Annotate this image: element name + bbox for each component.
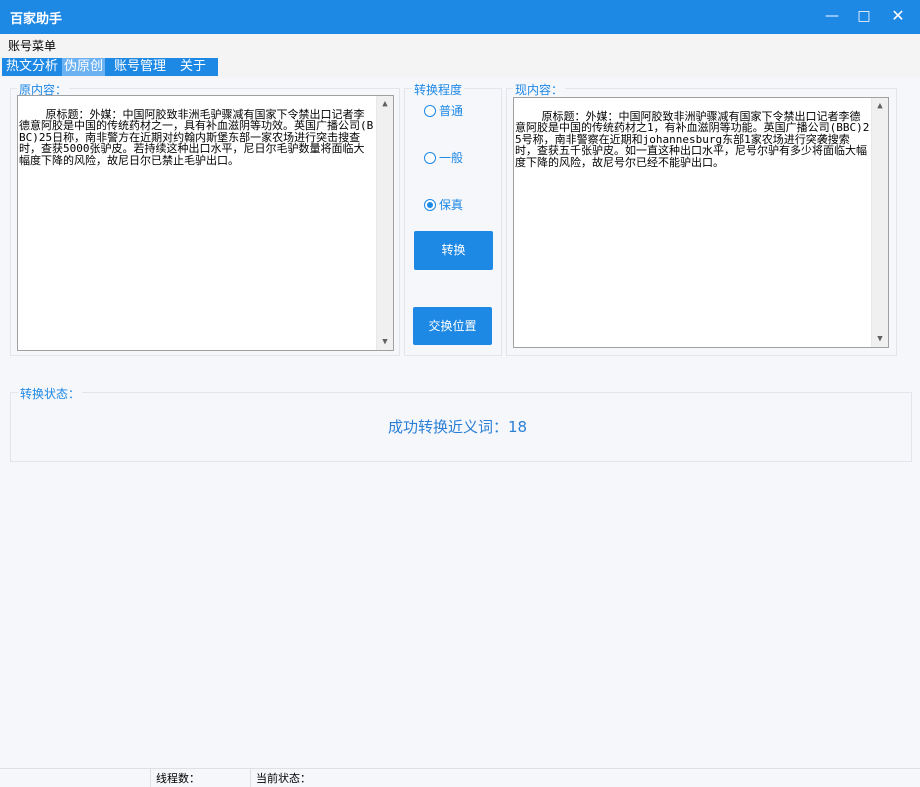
convert-button[interactable]: 转换 (414, 231, 493, 270)
status-message: 成功转换近义词：18 (388, 418, 528, 436)
original-content-textarea[interactable]: 原标题：外媒：中国阿胶致非洲毛驴骤减有国家下令禁出口记者李德意阿胶是中国的传统药… (17, 95, 394, 351)
scroll-down-icon[interactable]: ▼ (377, 334, 393, 350)
radio-normal-label: 普通 (439, 104, 464, 118)
title-bar: 百家助手 — □ ✕ (0, 0, 920, 34)
tab-about[interactable]: 关于 (178, 58, 208, 76)
original-content-text: 原标题：外媒：中国阿胶致非洲毛驴骤减有国家下令禁出口记者李德意阿胶是中国的传统药… (19, 107, 374, 167)
status-divider (250, 769, 251, 787)
status-divider (150, 769, 151, 787)
scroll-up-icon[interactable]: ▲ (872, 98, 888, 114)
tab-pseudo-original[interactable]: 伪原创 (62, 58, 106, 76)
maximize-icon[interactable]: □ (848, 0, 880, 34)
conversion-status-label: 转换状态： (18, 385, 83, 402)
tab-account-management[interactable]: 账号管理 (112, 58, 168, 76)
account-menu[interactable]: 账号菜单 (8, 37, 56, 54)
original-scrollbar[interactable]: ▲ ▼ (376, 96, 393, 350)
scroll-up-icon[interactable]: ▲ (377, 96, 393, 112)
swap-position-button[interactable]: 交换位置 (413, 307, 492, 345)
converted-scrollbar[interactable]: ▲ ▼ (871, 98, 888, 347)
radio-checked-icon (424, 198, 436, 211)
thread-count-label: 线程数： (156, 772, 200, 785)
scroll-down-icon[interactable]: ▼ (872, 331, 888, 347)
converted-content-text: 原标题：外媒：中国阿胶致非洲驴骤减有国家下令禁出口记者李德意阿胶是中国的传统药材… (515, 109, 870, 169)
converted-content-label: 现内容： (513, 81, 566, 98)
status-bar: 线程数： 当前状态： (0, 768, 920, 787)
menu-bar: 账号菜单 (0, 34, 920, 56)
converted-content-textarea[interactable]: 原标题：外媒：中国阿胶致非洲驴骤减有国家下令禁出口记者李德意阿胶是中国的传统药材… (513, 97, 889, 348)
tab-hot-article-analysis[interactable]: 热文分析 (4, 58, 60, 76)
window-title: 百家助手 (10, 12, 63, 27)
radio-faithful-label: 保真 (439, 198, 464, 212)
close-icon[interactable]: ✕ (882, 0, 914, 34)
main-panel: 原内容： 原标题：外媒：中国阿胶致非洲毛驴骤减有国家下令禁出口记者李德意阿胶是中… (0, 78, 920, 787)
minimize-icon[interactable]: — (816, 0, 848, 34)
conversion-degree-label: 转换程度 (412, 81, 465, 98)
radio-general-label: 一般 (439, 151, 464, 165)
radio-circle-icon (424, 104, 436, 117)
radio-circle-icon (424, 151, 436, 164)
nav-tabs: 热文分析 伪原创 账号管理 关于 (2, 58, 218, 76)
current-state-label: 当前状态： (256, 772, 311, 785)
radio-normal[interactable]: 普通 (424, 102, 463, 119)
nav-bar: 热文分析 伪原创 账号管理 关于 (0, 56, 920, 78)
radio-general[interactable]: 一般 (424, 149, 463, 166)
radio-faithful[interactable]: 保真 (424, 196, 463, 213)
